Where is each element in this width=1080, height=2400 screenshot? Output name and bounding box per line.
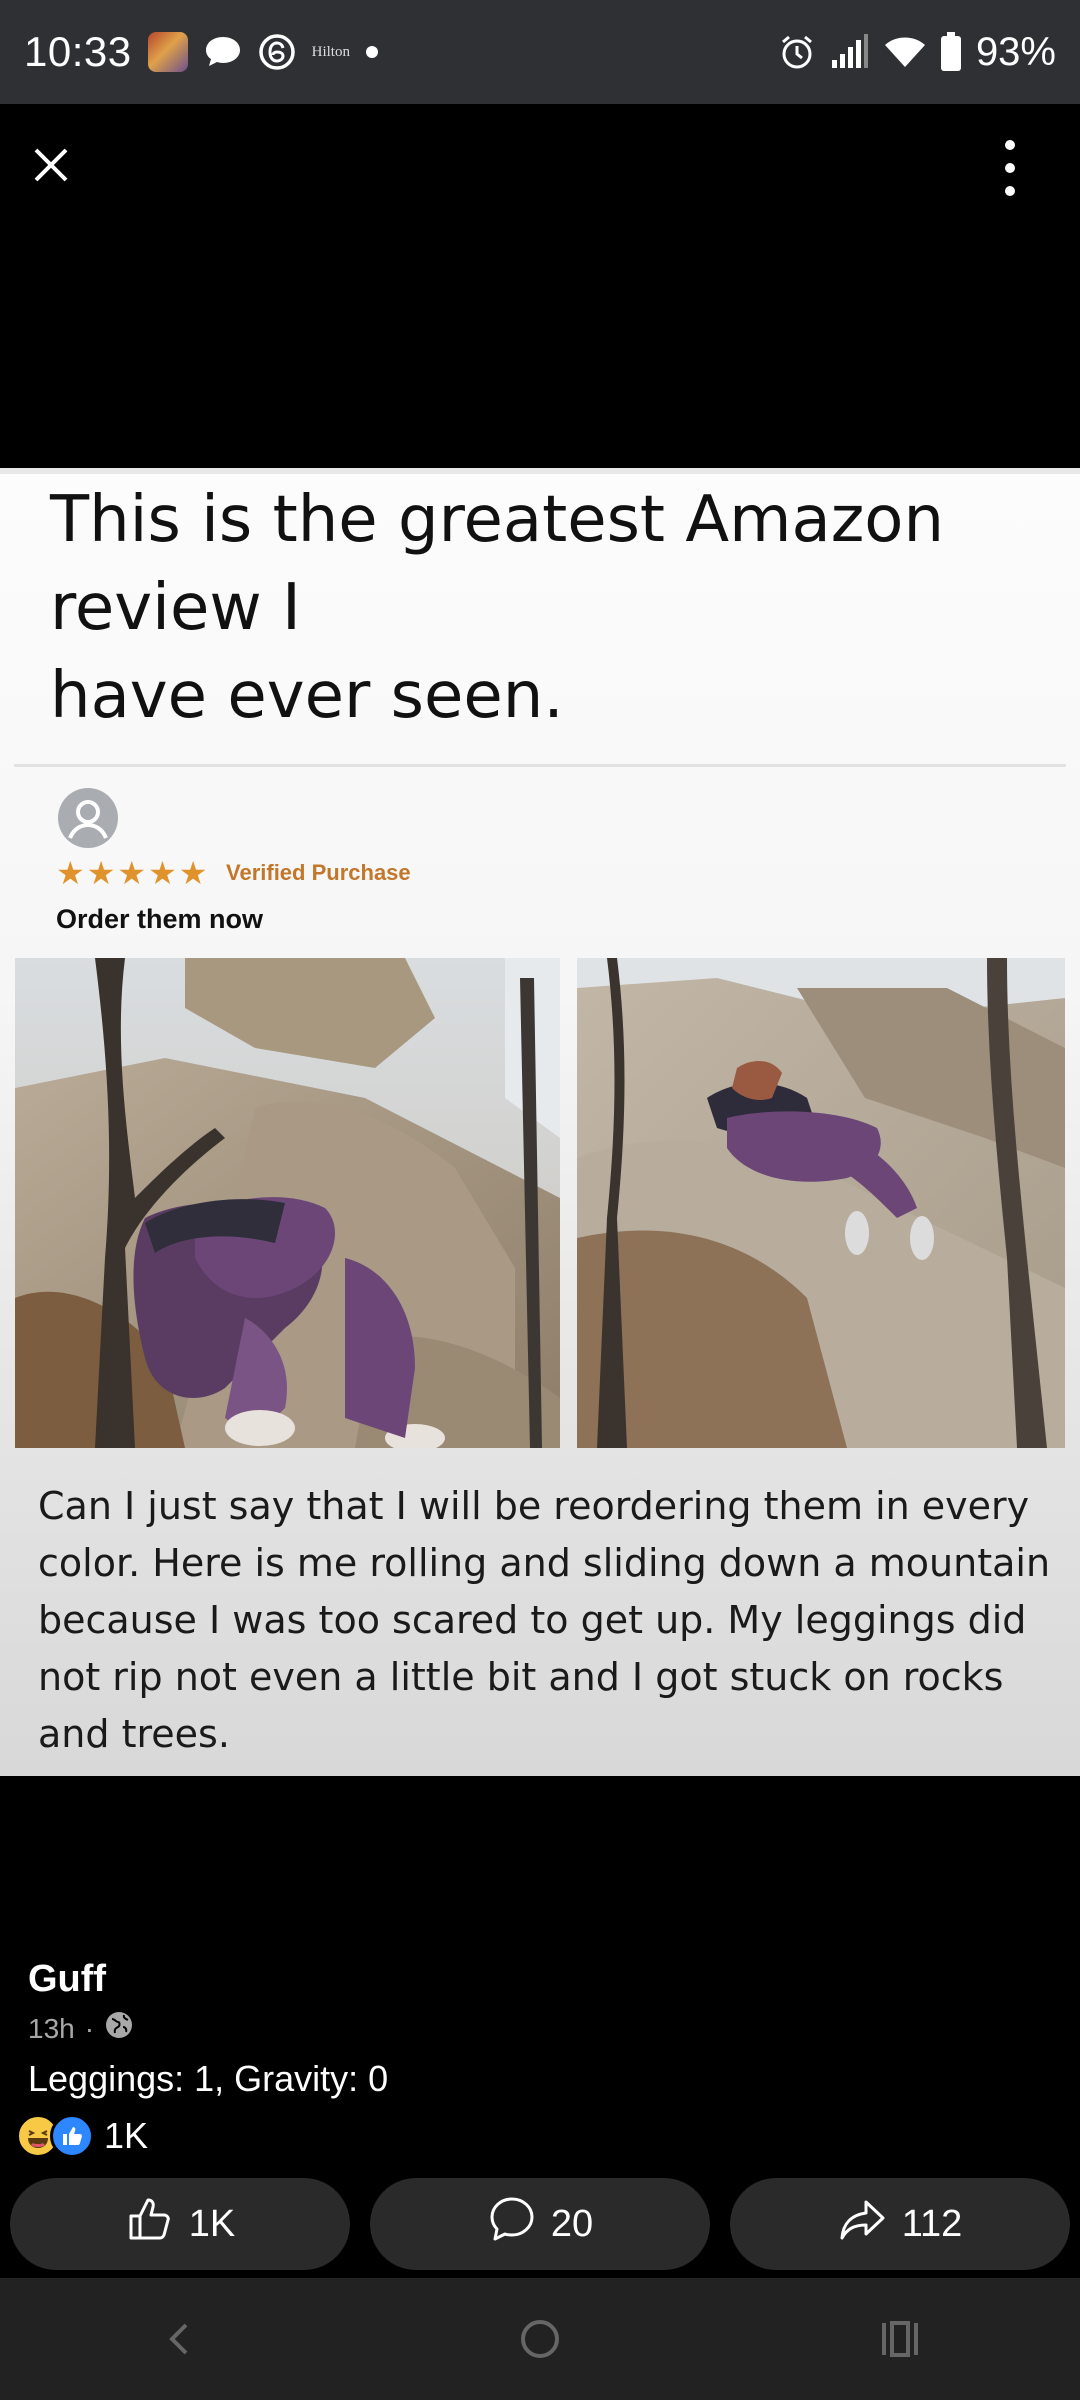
hilton-label: Hilton: [311, 43, 350, 60]
image-headline: This is the greatest Amazon review I hav…: [50, 483, 944, 733]
star-icon: ★: [56, 855, 85, 891]
close-button[interactable]: [26, 140, 76, 190]
more-options-button[interactable]: [990, 140, 1030, 196]
wifi-icon: [884, 35, 926, 69]
battery-percent: 93%: [975, 29, 1056, 74]
more-vertical-icon: [1005, 140, 1015, 150]
reactions-count: 1K: [104, 2115, 149, 2156]
review-photo-left: [15, 958, 560, 1448]
post-author[interactable]: Guff: [28, 1958, 106, 2001]
status-bar: 10:33 Hilton 93%: [0, 0, 1080, 104]
close-icon: [34, 148, 68, 182]
image-edge: [0, 468, 1080, 474]
post-caption: Leggings: 1, Gravity: 0: [28, 2058, 389, 2099]
comment-icon: [487, 2194, 537, 2254]
post-time: 13h: [28, 2012, 75, 2044]
recents-button[interactable]: [860, 2299, 940, 2379]
thumbs-up-icon: [125, 2194, 175, 2254]
image-divider: [14, 764, 1066, 767]
star-icon: ★: [117, 855, 147, 891]
back-icon: [169, 2323, 188, 2355]
like-reaction-icon: [50, 2114, 94, 2158]
like-count: 1K: [188, 2202, 236, 2245]
battery-icon: [940, 32, 962, 72]
threads-icon: [258, 33, 296, 71]
reactions-summary[interactable]: 1K: [16, 2114, 148, 2158]
star-icon: ★: [178, 855, 208, 891]
notification-dot-icon: [365, 46, 378, 58]
comment-button[interactable]: 20: [370, 2178, 710, 2270]
status-right: 93%: [778, 30, 1056, 75]
post-image[interactable]: This is the greatest Amazon review I hav…: [0, 468, 1080, 1776]
back-button[interactable]: [140, 2299, 220, 2379]
like-button[interactable]: 1K: [10, 2178, 350, 2270]
post-meta: 13h ·: [28, 2010, 134, 2047]
reviewer-avatar: [58, 788, 118, 848]
star-icon: ★: [148, 855, 177, 891]
verified-purchase-label: Verified Purchase: [226, 860, 411, 885]
review-body: Can I just say that I will be reordering…: [38, 1484, 1051, 1756]
review-photo-right: [577, 958, 1065, 1448]
post-actions: 1K 20 112: [10, 2178, 1070, 2270]
more-dot: [1005, 186, 1015, 196]
meta-separator: ·: [84, 2012, 95, 2044]
status-left: 10:33 Hilton: [24, 28, 378, 76]
alarm-icon: [778, 33, 816, 71]
review-title: Order them now: [56, 904, 264, 934]
share-icon: [838, 2194, 888, 2254]
home-icon: [521, 2320, 559, 2358]
chat-bubble-icon: [204, 35, 242, 69]
signal-icon: [830, 34, 870, 70]
system-nav-bar: [0, 2278, 1080, 2400]
app-thumbnail-icon: [147, 32, 188, 72]
more-dot: [1005, 163, 1015, 173]
globe-icon: [104, 2010, 134, 2047]
star-icon: ★: [86, 855, 116, 891]
comment-count: 20: [550, 2202, 594, 2245]
share-button[interactable]: 112: [730, 2178, 1070, 2270]
status-time: 10:33: [24, 28, 132, 75]
share-count: 112: [901, 2202, 963, 2245]
star-rating: ★ ★ ★ ★ ★: [56, 856, 207, 890]
recents-icon: [882, 2321, 918, 2357]
home-button[interactable]: [500, 2299, 580, 2379]
